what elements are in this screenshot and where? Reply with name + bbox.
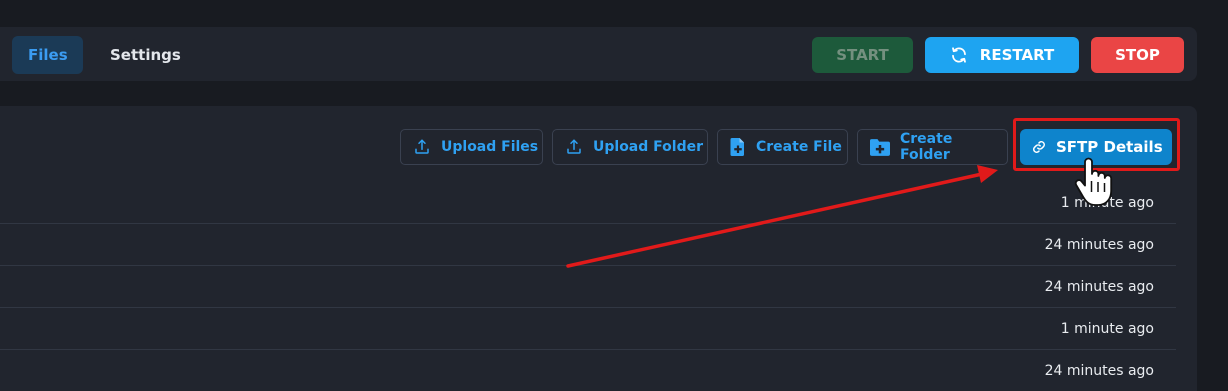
- file-plus-icon: [730, 138, 744, 156]
- file-modified-time: 24 minutes ago: [1044, 237, 1154, 253]
- create-folder-label: Create Folder: [900, 131, 953, 163]
- create-folder-button[interactable]: Create Folder: [857, 129, 1008, 165]
- create-file-button[interactable]: Create File: [717, 129, 848, 165]
- file-row[interactable]: 24 minutes ago: [0, 224, 1176, 266]
- folder-plus-icon: [870, 138, 890, 156]
- upload-folder-label: Upload Folder: [593, 139, 703, 155]
- file-manager-panel: Upload Files Upload Folder Create File C…: [0, 106, 1197, 391]
- tab-settings[interactable]: Settings: [94, 36, 196, 74]
- upload-files-button[interactable]: Upload Files: [400, 129, 543, 165]
- sftp-details-label: SFTP Details: [1056, 138, 1163, 156]
- sftp-details-button[interactable]: SFTP Details: [1020, 129, 1172, 165]
- upload-icon: [415, 139, 429, 154]
- upload-folder-button[interactable]: Upload Folder: [552, 129, 708, 165]
- restart-button[interactable]: RESTART: [925, 37, 1079, 73]
- upload-files-label: Upload Files: [441, 139, 539, 155]
- file-row[interactable]: 24 minutes ago: [0, 350, 1176, 391]
- upload-icon: [567, 139, 581, 154]
- file-modified-time: 24 minutes ago: [1044, 363, 1154, 379]
- link-icon: [1033, 141, 1045, 153]
- server-top-bar: Files Settings START RESTART STOP: [0, 27, 1197, 81]
- file-modified-time: 24 minutes ago: [1044, 279, 1154, 295]
- stop-button-label: STOP: [1115, 46, 1160, 64]
- restart-button-label: RESTART: [979, 46, 1055, 64]
- start-button-label: START: [836, 46, 889, 64]
- file-row[interactable]: 1 minute ago: [0, 308, 1176, 350]
- create-file-label: Create File: [756, 139, 842, 155]
- refresh-icon: [951, 47, 966, 63]
- server-files-page: Files Settings START RESTART STOP Upload…: [0, 0, 1228, 391]
- file-modified-time: 1 minute ago: [1060, 321, 1154, 337]
- tab-files[interactable]: Files: [12, 36, 83, 74]
- file-row[interactable]: 1 minute ago: [0, 182, 1176, 224]
- file-row[interactable]: 24 minutes ago: [0, 266, 1176, 308]
- stop-button[interactable]: STOP: [1091, 37, 1184, 73]
- start-button[interactable]: START: [812, 37, 913, 73]
- file-modified-time: 1 minute ago: [1060, 195, 1154, 211]
